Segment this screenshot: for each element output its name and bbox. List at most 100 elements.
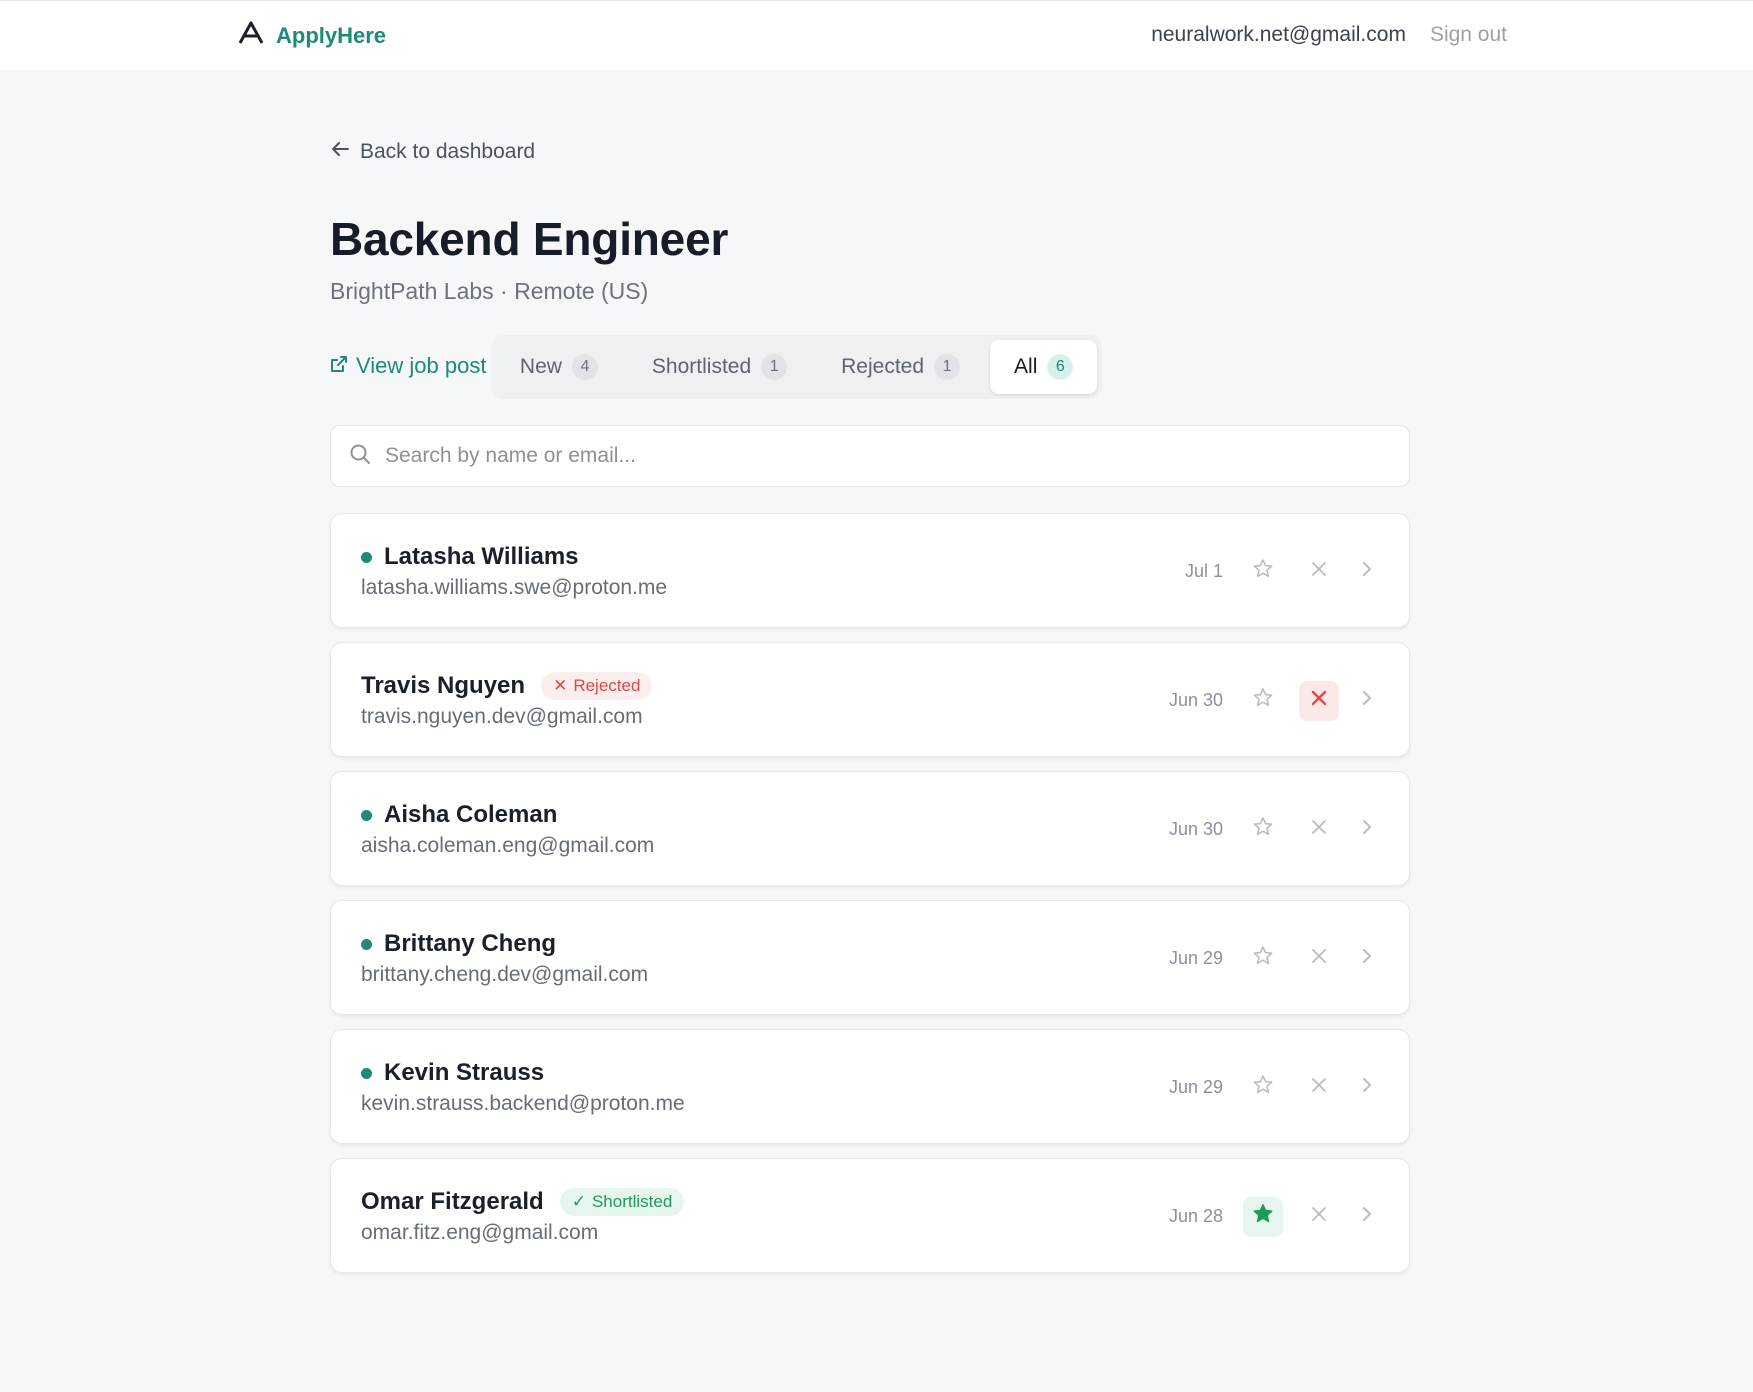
- applied-date: Jun 30: [1168, 690, 1223, 710]
- triangle-logo-icon: [238, 21, 264, 50]
- new-indicator-dot: [361, 551, 372, 563]
- applicant-name: Kevin Strauss: [384, 1059, 545, 1086]
- close-icon: [1310, 1205, 1328, 1228]
- chevron-right-icon: [1361, 818, 1373, 841]
- back-label: Back to dashboard: [360, 140, 536, 163]
- applicant-email: brittany.cheng.dev@gmail.com: [361, 963, 649, 986]
- reject-button[interactable]: [1299, 1197, 1339, 1237]
- chevron-right-icon: [1361, 1076, 1373, 1099]
- applicant-name: Brittany Cheng: [384, 930, 557, 957]
- applicant-name: Omar Fitzgerald: [361, 1188, 544, 1215]
- search-input[interactable]: [385, 444, 1391, 468]
- top-bar: ApplyHere neuralwork.net@gmail.com Sign …: [0, 0, 1753, 70]
- applied-date: Jun 29: [1168, 948, 1223, 968]
- applicant-name: Latasha Williams: [384, 543, 579, 570]
- applicant-card[interactable]: Travis Nguyen ✕ Rejected travis.nguyen.d…: [330, 642, 1410, 757]
- status-label: Rejected: [573, 676, 641, 695]
- tab-count: 4: [571, 354, 598, 380]
- tab-rejected[interactable]: Rejected 1: [817, 340, 984, 394]
- close-icon: [1310, 689, 1328, 712]
- reject-button[interactable]: [1299, 939, 1339, 979]
- rejected-badge: ✕ Rejected: [541, 672, 653, 700]
- brand[interactable]: ApplyHere: [238, 21, 386, 50]
- chevron-right-icon: [1361, 560, 1373, 583]
- applicant-email: travis.nguyen.dev@gmail.com: [361, 705, 643, 728]
- applied-date: Jun 29: [1168, 1077, 1223, 1097]
- applicant-email: aisha.coleman.eng@gmail.com: [361, 834, 655, 857]
- reject-button[interactable]: [1299, 552, 1339, 592]
- open-applicant-button[interactable]: [1355, 1197, 1379, 1237]
- star-icon: [1252, 687, 1274, 714]
- tab-label: Shortlisted: [651, 355, 752, 378]
- applied-date: Jun 28: [1168, 1206, 1223, 1226]
- tab-label: All: [1014, 355, 1038, 378]
- chevron-right-icon: [1361, 689, 1373, 712]
- back-to-dashboard-link[interactable]: Back to dashboard: [330, 140, 1410, 164]
- app-name: ApplyHere: [276, 22, 387, 48]
- main-content: Back to dashboard Backend Engineer Brigh…: [330, 140, 1410, 1273]
- applicant-card[interactable]: Brittany Cheng brittany.cheng.dev@gmail.…: [330, 900, 1410, 1015]
- applicant-card[interactable]: Omar Fitzgerald ✓ Shortlisted omar.fitz.…: [330, 1158, 1410, 1273]
- shortlist-button[interactable]: [1243, 681, 1283, 721]
- close-icon: [1310, 818, 1328, 841]
- reject-button[interactable]: [1299, 680, 1339, 721]
- tab-count: 1: [934, 354, 961, 380]
- close-icon: [1310, 1076, 1328, 1099]
- applied-date: Jul 1: [1184, 561, 1223, 581]
- check-icon: ✓: [571, 1192, 586, 1211]
- shortlist-button[interactable]: [1243, 552, 1283, 592]
- open-applicant-button[interactable]: [1355, 810, 1379, 850]
- chevron-right-icon: [1361, 1205, 1373, 1228]
- view-job-post-link[interactable]: View job post: [330, 353, 486, 379]
- x-icon: ✕: [553, 676, 568, 695]
- new-indicator-dot: [361, 938, 372, 950]
- job-subtitle: BrightPath Labs · Remote (US): [330, 278, 649, 304]
- applicant-email: latasha.williams.swe@proton.me: [361, 576, 668, 599]
- status-tabs: New 4 Shortlisted 1 Rejected 1 All 6: [490, 335, 1103, 399]
- star-icon: [1252, 816, 1274, 843]
- applicant-list: Latasha Williams latasha.williams.swe@pr…: [330, 513, 1410, 1273]
- shortlist-button[interactable]: [1243, 939, 1283, 979]
- tab-count: 6: [1047, 354, 1074, 380]
- applicant-card[interactable]: Kevin Strauss kevin.strauss.backend@prot…: [330, 1029, 1410, 1144]
- new-indicator-dot: [361, 809, 372, 821]
- applied-date: Jun 30: [1168, 819, 1223, 839]
- open-applicant-button[interactable]: [1355, 681, 1379, 721]
- shortlisted-badge: ✓ Shortlisted: [559, 1188, 685, 1216]
- reject-button[interactable]: [1299, 1068, 1339, 1108]
- open-applicant-button[interactable]: [1355, 552, 1379, 592]
- tab-new[interactable]: New 4: [496, 340, 622, 394]
- external-link-icon: [330, 353, 348, 379]
- close-icon: [1310, 947, 1328, 970]
- status-label: Shortlisted: [591, 1192, 673, 1211]
- tab-all[interactable]: All 6: [990, 340, 1098, 394]
- reject-button[interactable]: [1299, 810, 1339, 850]
- tab-shortlisted[interactable]: Shortlisted 1: [628, 340, 811, 394]
- applicant-card[interactable]: Latasha Williams latasha.williams.swe@pr…: [330, 513, 1410, 628]
- new-indicator-dot: [361, 1067, 372, 1079]
- tab-label: New: [519, 355, 562, 378]
- applicant-card[interactable]: Aisha Coleman aisha.coleman.eng@gmail.co…: [330, 771, 1410, 886]
- close-icon: [1310, 560, 1328, 583]
- shortlist-button[interactable]: [1243, 1068, 1283, 1108]
- applicant-name: Travis Nguyen: [361, 672, 526, 699]
- arrow-left-icon: [330, 140, 350, 164]
- chevron-right-icon: [1361, 947, 1373, 970]
- star-icon: [1252, 558, 1274, 585]
- shortlist-button[interactable]: [1243, 1196, 1283, 1237]
- tab-count: 1: [761, 354, 788, 380]
- open-applicant-button[interactable]: [1355, 1068, 1379, 1108]
- page-title: Backend Engineer: [330, 213, 729, 265]
- shortlist-button[interactable]: [1243, 810, 1283, 850]
- applicant-name: Aisha Coleman: [384, 801, 558, 828]
- open-applicant-button[interactable]: [1355, 939, 1379, 979]
- star-icon: [1252, 945, 1274, 972]
- tab-label: Rejected: [841, 355, 925, 378]
- sign-out-link[interactable]: Sign out: [1430, 23, 1507, 47]
- search-box: [330, 425, 1410, 487]
- search-icon: [349, 443, 371, 470]
- star-icon: [1252, 1074, 1274, 1101]
- view-job-post-label: View job post: [356, 353, 487, 378]
- star-icon: [1252, 1203, 1274, 1230]
- applicant-email: omar.fitz.eng@gmail.com: [361, 1221, 599, 1244]
